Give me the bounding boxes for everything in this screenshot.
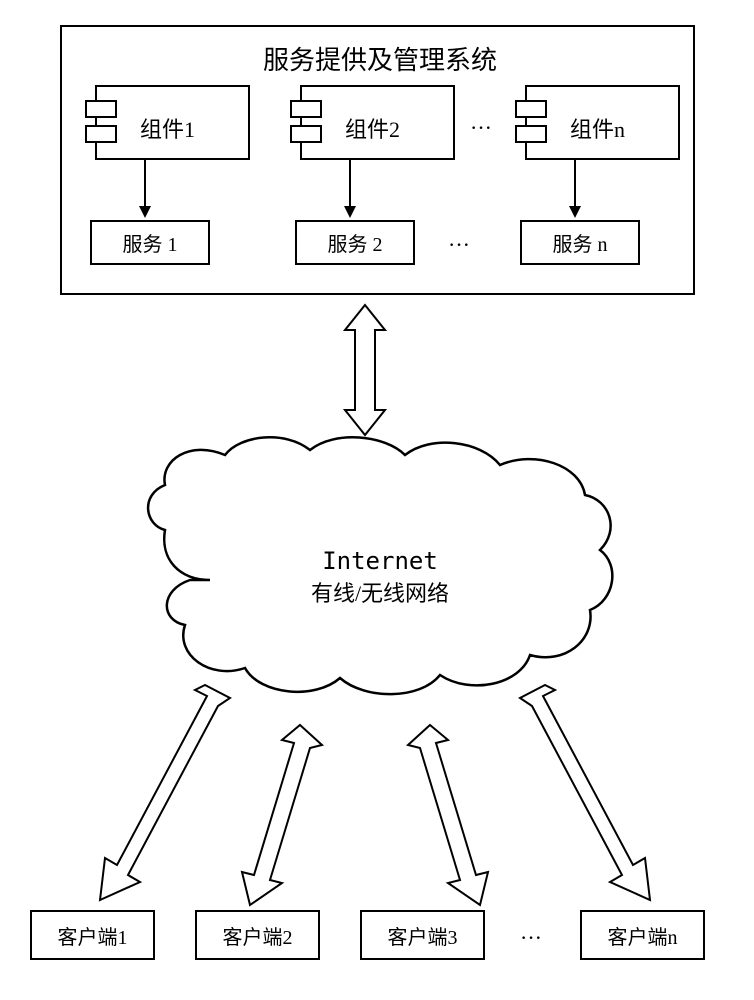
client-2-box: 客户端2	[195, 910, 320, 960]
arrow-comp1-service1	[135, 160, 155, 220]
component-n-notch-1	[515, 100, 547, 118]
client-1-box: 客户端1	[30, 910, 155, 960]
client-dots: ···	[520, 925, 542, 951]
component-n-label: 组件n	[570, 112, 625, 144]
client-n-box: 客户端n	[580, 910, 705, 960]
component-2-notch-1	[290, 100, 322, 118]
component-1-notch-2	[85, 125, 117, 143]
service-1-box: 服务 1	[90, 220, 210, 265]
system-title: 服务提供及管理系统	[230, 40, 530, 77]
double-arrow-cloud-client1	[90, 680, 240, 910]
service-2-box: 服务 2	[295, 220, 415, 265]
component-1-label: 组件1	[140, 112, 195, 144]
service-n-box: 服务 n	[520, 220, 640, 265]
arrow-compn-servicen	[565, 160, 585, 220]
component-dots: ···	[470, 115, 492, 141]
client-3-box: 客户端3	[360, 910, 485, 960]
component-n-notch-2	[515, 125, 547, 143]
component-2-notch-2	[290, 125, 322, 143]
component-2-label: 组件2	[345, 112, 400, 144]
double-arrow-cloud-clientn	[510, 680, 670, 910]
component-1-notch-1	[85, 100, 117, 118]
double-arrow-system-cloud	[330, 300, 400, 440]
arrow-comp2-service2	[340, 160, 360, 220]
service-dots: ···	[448, 232, 470, 258]
double-arrow-cloud-client2	[230, 720, 330, 910]
double-arrow-cloud-client3	[400, 720, 500, 910]
cloud-label: Internet 有线/无线网络	[270, 545, 490, 609]
